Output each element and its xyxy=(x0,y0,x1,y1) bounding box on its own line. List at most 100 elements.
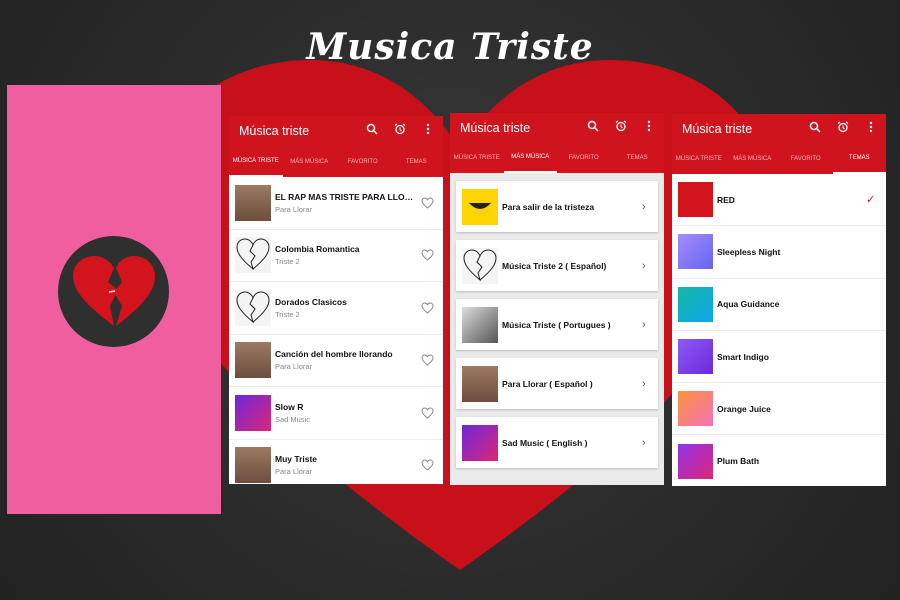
theme-name: Aqua Guidance xyxy=(717,299,780,310)
app-bar: Música triste MÚSICA TRISTE MÁS MÚSICA F… xyxy=(672,114,886,174)
song-subtitle: Para Llorar xyxy=(275,467,313,477)
chevron-right-icon: › xyxy=(642,259,646,272)
song-row[interactable]: Muy Triste Para Llorar xyxy=(229,440,443,485)
theme-row[interactable]: Aqua Guidance xyxy=(672,279,886,331)
song-subtitle: Triste 2 xyxy=(275,257,300,267)
search-icon[interactable] xyxy=(365,121,379,137)
song-title: Slow R xyxy=(275,401,304,412)
search-icon[interactable] xyxy=(808,119,822,135)
category-card[interactable]: Música Triste ( Portugues ) › xyxy=(456,299,658,350)
song-row[interactable]: Canción del hombre llorando Para Llorar xyxy=(229,335,443,387)
theme-name: Plum Bath xyxy=(717,456,760,467)
category-label: Sad Music ( English ) xyxy=(502,437,588,448)
crying-person-thumb xyxy=(235,342,271,379)
check-icon: ✓ xyxy=(866,194,876,207)
song-title: Canción del hombre llorando xyxy=(275,349,393,360)
song-title: Dorados Clasicos xyxy=(275,296,347,307)
tab-favorito[interactable]: FAVORITO xyxy=(336,149,390,177)
app-bar: Música triste MÚSICA TRISTE MÁS MÚSICA F… xyxy=(229,116,443,177)
theme-row[interactable]: Sleepless Night xyxy=(672,226,886,279)
theme-row[interactable]: RED ✓ xyxy=(672,174,886,227)
crying-person-thumb xyxy=(462,365,498,402)
song-row[interactable]: Dorados Clasicos Triste 2 xyxy=(229,282,443,335)
tab-favorito[interactable]: FAVORITO xyxy=(779,146,833,174)
song-row[interactable]: EL RAP MAS TRISTE PARA LLOR... Para Llora… xyxy=(229,177,443,230)
song-list: EL RAP MAS TRISTE PARA LLOR... Para Llora… xyxy=(229,177,443,484)
song-row[interactable]: Slow R Sad Music xyxy=(229,387,443,440)
tab-bar: MÚSICA TRISTE MÁS MÚSICA FAVORITO TEMAS xyxy=(450,145,664,173)
category-list: Para salir de la tristeza › Música Trist… xyxy=(450,173,664,468)
tab-musica-triste[interactable]: MÚSICA TRISTE xyxy=(450,145,504,173)
favorite-heart-icon[interactable] xyxy=(415,197,439,209)
tab-temas[interactable]: TEMAS xyxy=(611,145,665,173)
favorite-heart-icon[interactable] xyxy=(415,302,439,314)
more-vert-icon[interactable] xyxy=(642,118,656,134)
song-subtitle: Triste 2 xyxy=(275,309,300,319)
more-vert-icon[interactable] xyxy=(864,119,878,135)
alarm-icon[interactable] xyxy=(836,119,850,135)
screen-more-music: Música triste MÚSICA TRISTE MÁS MÚSICA F… xyxy=(450,113,664,485)
broken-heart-sketch-thumb xyxy=(235,289,271,326)
promo-panel xyxy=(7,85,221,514)
tab-mas-musica[interactable]: MÁS MÚSICA xyxy=(726,146,780,174)
song-title: Muy Triste xyxy=(275,454,318,465)
category-label: Para Llorar ( Español ) xyxy=(502,378,593,389)
broken-heart-icon xyxy=(72,255,155,326)
song-subtitle: Sad Music xyxy=(275,414,311,424)
app-title: Música triste xyxy=(682,122,753,136)
tab-mas-musica[interactable]: MÁS MÚSICA xyxy=(283,149,337,177)
alarm-icon[interactable] xyxy=(614,118,628,134)
theme-name: Smart Indigo xyxy=(717,351,769,362)
theme-swatch xyxy=(678,234,713,270)
theme-swatch xyxy=(678,182,713,218)
neon-person-thumb xyxy=(462,424,498,461)
favorite-heart-icon[interactable] xyxy=(415,249,439,261)
theme-name: Orange Juice xyxy=(717,403,771,414)
alarm-icon[interactable] xyxy=(393,121,407,137)
favorite-heart-icon[interactable] xyxy=(415,407,439,419)
category-card[interactable]: Sad Music ( English ) › xyxy=(456,417,658,468)
tab-temas[interactable]: TEMAS xyxy=(832,146,886,174)
tab-mas-musica[interactable]: MÁS MÚSICA xyxy=(503,145,557,173)
chevron-right-icon: › xyxy=(642,377,646,390)
search-icon[interactable] xyxy=(586,118,600,134)
tab-bar: MÚSICA TRISTE MÁS MÚSICA FAVORITO TEMAS xyxy=(229,149,443,177)
category-card[interactable]: Para Llorar ( Español ) › xyxy=(456,358,658,409)
smile-icon xyxy=(462,188,498,225)
chevron-right-icon: › xyxy=(642,318,646,331)
tab-musica-triste[interactable]: MÚSICA TRISTE xyxy=(229,149,283,177)
tab-musica-triste[interactable]: MÚSICA TRISTE xyxy=(672,146,726,174)
tab-temas[interactable]: TEMAS xyxy=(390,149,444,177)
broken-heart-sketch-thumb xyxy=(235,237,271,274)
chevron-right-icon: › xyxy=(642,436,646,449)
tab-bar: MÚSICA TRISTE MÁS MÚSICA FAVORITO TEMAS xyxy=(672,146,886,174)
category-card[interactable]: Para salir de la tristeza › xyxy=(456,181,658,232)
favorite-heart-icon[interactable] xyxy=(415,354,439,366)
category-label: Música Triste 2 ( Español) xyxy=(502,260,607,271)
theme-name: Sleepless Night xyxy=(717,246,781,257)
crying-person-thumb xyxy=(235,184,271,221)
song-title: Colombia Romantica xyxy=(275,244,360,255)
category-card[interactable]: Música Triste 2 ( Español) › xyxy=(456,240,658,291)
theme-row[interactable]: Plum Bath xyxy=(672,435,886,486)
crying-person-thumb xyxy=(235,447,271,484)
song-subtitle: Para Llorar xyxy=(275,204,313,214)
song-row[interactable]: Colombia Romantica Triste 2 xyxy=(229,230,443,282)
tab-favorito[interactable]: FAVORITO xyxy=(557,145,611,173)
more-vert-icon[interactable] xyxy=(421,121,435,137)
app-title: Música triste xyxy=(239,124,310,138)
broken-heart-sketch-thumb xyxy=(462,247,498,284)
app-bar: Música triste MÚSICA TRISTE MÁS MÚSICA F… xyxy=(450,113,664,173)
theme-row[interactable]: Orange Juice xyxy=(672,383,886,436)
screen-themes: Música triste MÚSICA TRISTE MÁS MÚSICA F… xyxy=(672,114,886,486)
screen-songs: Música triste MÚSICA TRISTE MÁS MÚSICA F… xyxy=(229,116,443,484)
theme-swatch xyxy=(678,339,713,375)
category-label: Música Triste ( Portugues ) xyxy=(502,319,611,330)
chevron-right-icon: › xyxy=(642,200,646,213)
category-label: Para salir de la tristeza xyxy=(502,201,595,212)
bw-person-thumb xyxy=(462,306,498,343)
theme-swatch xyxy=(678,286,713,322)
theme-row[interactable]: Smart Indigo xyxy=(672,331,886,384)
favorite-heart-icon[interactable] xyxy=(415,459,439,471)
song-title: EL RAP MAS TRISTE PARA LLOR... xyxy=(275,191,415,202)
